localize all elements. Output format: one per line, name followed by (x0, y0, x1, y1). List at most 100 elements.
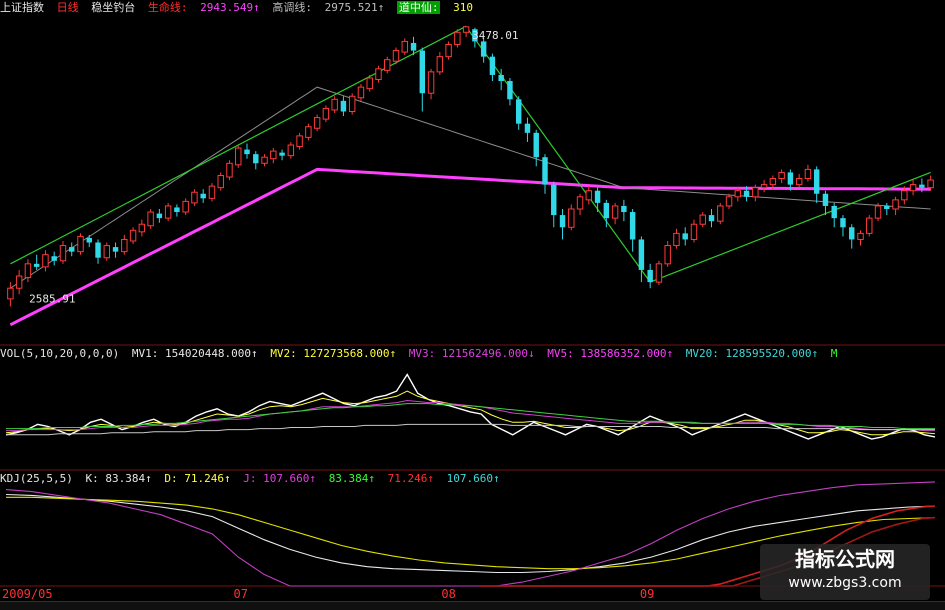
green-line-value: 310 (453, 1, 473, 14)
candle-body-up (655, 263, 663, 283)
candle (226, 160, 233, 181)
candle-body-up (690, 223, 698, 240)
candle-body-down (884, 205, 890, 209)
candle-body-down (200, 193, 206, 199)
candle-body-up (568, 208, 575, 228)
watermark-url: www.zbgs3.com (788, 575, 902, 591)
candle-body-up (296, 135, 303, 148)
candle (717, 202, 724, 225)
period-label[interactable]: 日线 (57, 1, 79, 14)
candle-body-down (507, 81, 513, 100)
candle-body-down (638, 239, 645, 270)
candle-body-up (217, 174, 224, 189)
candle-body-down (480, 41, 487, 57)
kdj-d: D: 71.246↑ (164, 472, 231, 485)
candle-body-up (585, 190, 593, 201)
candle-body-up (121, 238, 128, 253)
candle-body-down (542, 157, 548, 185)
watermark-title: 指标公式网 (795, 547, 895, 571)
candle (454, 29, 461, 48)
candle-body-down (279, 152, 285, 156)
month-label: 07 (233, 587, 248, 601)
candle-body-up (576, 196, 584, 210)
candle-body-up (348, 95, 356, 112)
candle-body-down (919, 184, 925, 188)
candle-body-down (419, 50, 426, 94)
candle-body-down (253, 154, 259, 164)
candle-body-up (725, 196, 733, 207)
vol-indicator-name[interactable]: VOL(5,10,20,0,0,0) (0, 347, 119, 360)
month-label: 08 (441, 587, 456, 601)
candle-body-up (427, 71, 435, 94)
candle-body-down (787, 172, 794, 185)
green-line-label: 道中仙: (396, 1, 441, 14)
high-line-value: 2975.521↑ (324, 1, 385, 14)
candle-body-up (752, 187, 759, 198)
candle-body-up (15, 275, 23, 289)
vol-mv2: MV2: 127273568.000↑ (270, 347, 397, 360)
candle (147, 208, 154, 229)
candle-body-down (112, 247, 119, 252)
candle-body-down (594, 190, 601, 203)
vol-mv5: MV5: 138586352.000↑ (547, 347, 674, 360)
candle-body-up (778, 171, 785, 180)
chart-background (0, 0, 945, 609)
candle-body-down (603, 202, 610, 219)
life-line-value: 2943.549↑ (200, 1, 260, 14)
candle-body-down (708, 215, 715, 222)
candle-body-down (831, 205, 837, 219)
candle-body-down (813, 169, 820, 194)
candle-body-up (874, 205, 882, 219)
candle-body-up (270, 150, 277, 160)
candle-body-down (822, 193, 829, 206)
candle-body-down (244, 149, 250, 155)
candle-body-down (840, 218, 846, 228)
candle-body-up (261, 156, 268, 164)
watermark: 指标公式网 www.zbgs3.com (760, 544, 930, 600)
candle-body-down (533, 132, 539, 158)
candle-body-down (156, 213, 163, 219)
candle-body-up (305, 126, 312, 138)
candle-body-down (743, 190, 750, 197)
candle-body-down (849, 227, 855, 240)
candle-body-down (682, 233, 688, 240)
candle (164, 202, 172, 222)
candle-body-up (235, 147, 242, 166)
index-name: 上证指数 (0, 1, 44, 14)
candle-body-up (42, 254, 49, 268)
kdj-k: K: 83.384↑ (85, 472, 152, 485)
high-price-label: 3478.01 (472, 29, 518, 42)
candle (208, 183, 216, 202)
candle (103, 242, 111, 261)
month-label: 09 (639, 587, 655, 601)
candle-body-up (392, 50, 400, 62)
kdj-indicator-name[interactable]: KDJ(25,5,5) (0, 472, 73, 485)
candle (217, 172, 224, 191)
candle (348, 93, 356, 115)
candle-body-up (226, 162, 233, 178)
candle-body-up (717, 205, 724, 222)
candle-body-up (366, 77, 373, 90)
candle-body-down (410, 42, 417, 51)
candle-body-down (174, 207, 180, 213)
candle-body-up (901, 190, 908, 201)
candle-body-down (51, 256, 57, 261)
candle-body-down (551, 184, 557, 216)
kdj-j: J: 107.660↑ (243, 472, 317, 485)
candle (655, 260, 663, 286)
vol-header: VOL(5,10,20,0,0,0) MV1: 154020448.000↑ M… (0, 346, 945, 362)
high-line-label: 高调线: (272, 1, 312, 14)
candle-body-up (436, 56, 444, 73)
candle-body-up (322, 107, 330, 120)
candle-body-up (664, 245, 671, 265)
kdj-j2: 107.660↑ (446, 472, 500, 485)
candle-body-up (804, 168, 812, 180)
candle-body-up (462, 26, 470, 33)
life-line-label: 生命线: (147, 1, 188, 14)
candle (874, 202, 882, 222)
chart-stage: 3478.01 2585.91 (0, 0, 945, 609)
candle (866, 215, 873, 237)
candle-body-down (621, 205, 627, 213)
candle (445, 41, 452, 60)
candle-body-up (103, 245, 111, 259)
